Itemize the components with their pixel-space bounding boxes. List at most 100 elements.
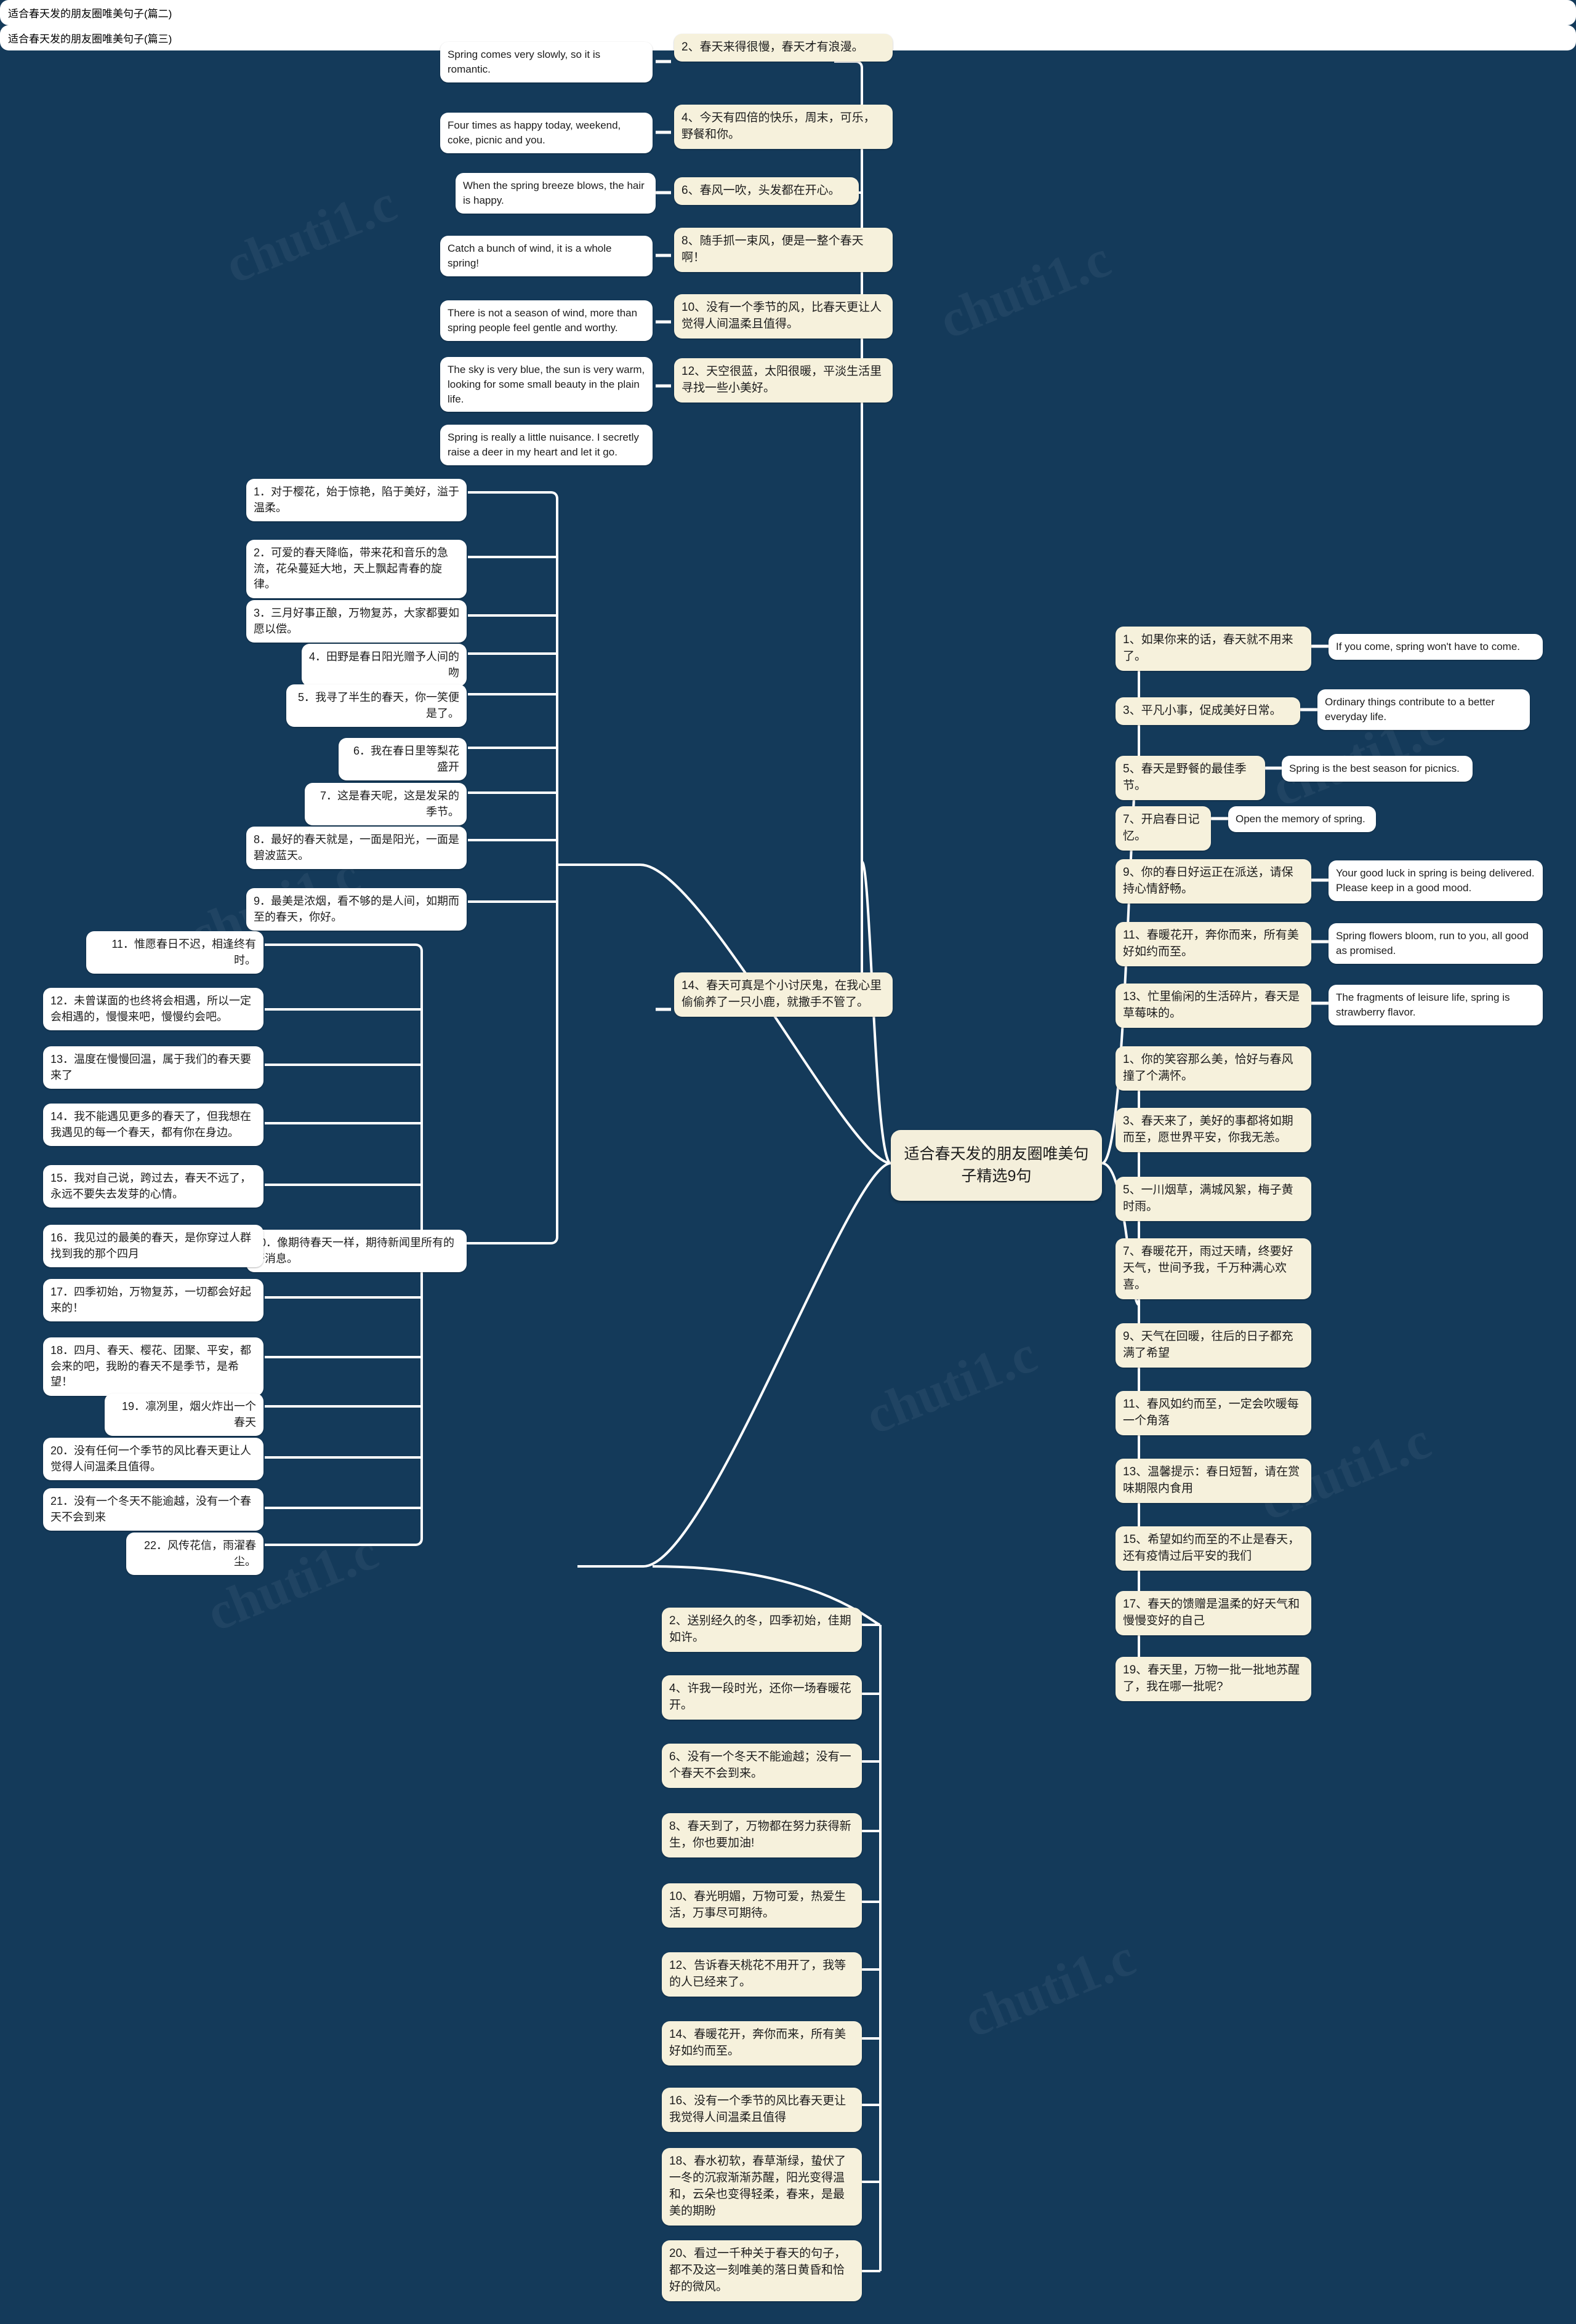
pian-san-item-18[interactable]: 18、春水初软，春草渐绿，蛰伏了一冬的沉寂渐渐苏醒，阳光变得温和，云朵也变得轻柔…: [662, 2148, 862, 2226]
right-en-node-4[interactable]: Open the memory of spring.: [1228, 806, 1376, 832]
top-cn-node-2[interactable]: 4、今天有四倍的快乐，周末，可乐，野餐和你。: [674, 105, 893, 149]
watermark: chuti1.c: [931, 228, 1119, 350]
pian-er-item-11[interactable]: 11．惟愿春日不迟，相逢终有时。: [86, 931, 263, 974]
node-text: The fragments of leisure life, spring is…: [1336, 992, 1510, 1018]
pian-er-item-4[interactable]: 4．田野是春日阳光赠予人间的吻: [302, 644, 467, 687]
right-lower-item-11[interactable]: 11、春风如约而至，一定会吹暖每一个角落: [1116, 1391, 1311, 1435]
right-lower-item-13[interactable]: 13、温馨提示：春日短暂，请在赏味期限内食用: [1116, 1459, 1311, 1503]
pian-er-item-6[interactable]: 6．我在春日里等梨花盛开: [339, 738, 467, 781]
right-en-node-3[interactable]: Spring is the best season for picnics.: [1282, 756, 1473, 782]
right-cn-node-6[interactable]: 11、春暖花开，奔你而来，所有美好如约而至。: [1116, 922, 1311, 966]
right-en-node-7[interactable]: The fragments of leisure life, spring is…: [1329, 985, 1543, 1025]
node-text: 15、希望如约而至的不止是春天，还有疫情过后平安的我们: [1123, 1533, 1300, 1563]
node-text: 17、春天的馈赠是温柔的好天气和慢慢变好的自己: [1123, 1598, 1300, 1627]
right-lower-item-7[interactable]: 7、春暖花开，雨过天晴，终要好天气，世间予我，千万种满心欢喜。: [1116, 1238, 1311, 1299]
pian-er-item-2[interactable]: 2．可爱的春天降临，带来花和音乐的急流，花朵蔓延大地，天上飘起青春的旋律。: [246, 540, 467, 598]
pian-er-item-12[interactable]: 12．未曾谋面的也终将会相遇，所以一定会相遇的，慢慢来吧，慢慢约会吧。: [43, 988, 263, 1031]
node-text: 10、春光明媚，万物可爱，热爱生活，万事尽可期待。: [669, 1890, 846, 1920]
node-text: 7．这是春天呢，这是发呆的季节。: [320, 790, 459, 818]
pian-er-item-10[interactable]: 10．像期待春天一样，期待新闻里所有的好消息。: [246, 1230, 467, 1273]
pian-er-item-15[interactable]: 15．我对自己说，跨过去，春天不远了，永远不要失去发芽的心情。: [43, 1165, 263, 1208]
node-text: 7、开启春日记忆。: [1123, 813, 1200, 843]
pian-er-item-21[interactable]: 21．没有一个冬天不能逾越，没有一个春天不会到来: [43, 1488, 263, 1531]
right-lower-item-3[interactable]: 3、春天来了，美好的事都将如期而至，愿世界平安，你我无恙。: [1116, 1108, 1311, 1152]
top-en-node-5[interactable]: There is not a season of wind, more than…: [440, 300, 653, 341]
right-lower-item-15[interactable]: 15、希望如约而至的不止是春天，还有疫情过后平安的我们: [1116, 1526, 1311, 1571]
node-text: Spring flowers bloom, run to you, all go…: [1336, 930, 1529, 956]
pian-er-item-18[interactable]: 18．四月、春天、樱花、团聚、平安，都会来的吧，我盼的春天不是季节，是希望！: [43, 1337, 263, 1396]
right-lower-item-9[interactable]: 9、天气在回暖，往后的日子都充满了希望: [1116, 1323, 1311, 1368]
right-en-node-1[interactable]: If you come, spring won't have to come.: [1329, 634, 1543, 660]
right-lower-item-5[interactable]: 5、一川烟草，满城风絮，梅子黄时雨。: [1116, 1177, 1311, 1221]
pian-er-item-3[interactable]: 3．三月好事正酿，万物复苏，大家都要如愿以偿。: [246, 600, 467, 643]
pian-er-item-5[interactable]: 5．我寻了半生的春天，你一笑便是了。: [286, 684, 467, 727]
right-lower-item-17[interactable]: 17、春天的馈赠是温柔的好天气和慢慢变好的自己: [1116, 1591, 1311, 1635]
right-lower-item-1[interactable]: 1、你的笑容那么美，恰好与春风撞了个满怀。: [1116, 1046, 1311, 1091]
node-text: 6．我在春日里等梨花盛开: [353, 745, 459, 773]
pian-er-item-19[interactable]: 19．凛冽里，烟火炸出一个春天: [105, 1393, 263, 1436]
pian-san-item-2[interactable]: 2、送别经久的冬，四季初始，佳期如许。: [662, 1608, 862, 1652]
node-text: 3、春天来了，美好的事都将如期而至，愿世界平安，你我无恙。: [1123, 1115, 1293, 1144]
top-cn-node-5[interactable]: 10、没有一个季节的风，比春天更让人觉得人间温柔且值得。: [674, 294, 893, 339]
top-en-node-1[interactable]: Spring comes very slowly, so it is roman…: [440, 42, 653, 82]
node-text: 10、没有一个季节的风，比春天更让人觉得人间温柔且值得。: [681, 301, 882, 331]
node-text: 5、一川烟草，满城风絮，梅子黄时雨。: [1123, 1184, 1293, 1213]
right-en-node-2[interactable]: Ordinary things contribute to a better e…: [1317, 689, 1530, 730]
top-en-node-2[interactable]: Four times as happy today, weekend, coke…: [440, 113, 653, 153]
pian-er-item-17[interactable]: 17．四季初始，万物复苏，一切都会好起来的！: [43, 1279, 263, 1322]
right-cn-node-4[interactable]: 7、开启春日记忆。: [1116, 806, 1211, 851]
pian-er-item-16[interactable]: 16．我见过的最美的春天，是你穿过人群找到我的那个四月: [43, 1225, 263, 1268]
node-text: 19、春天里，万物一批一批地苏醒了，我在哪一批呢?: [1123, 1664, 1300, 1693]
right-cn-node-2[interactable]: 3、平凡小事，促成美好日常。: [1116, 697, 1300, 725]
right-cn-node-3[interactable]: 5、春天是野餐的最佳季节。: [1116, 756, 1265, 800]
node-text: 2、送别经久的冬，四季初始，佳期如许。: [669, 1614, 851, 1644]
right-en-node-5[interactable]: Your good luck in spring is being delive…: [1329, 860, 1543, 901]
node-text: 18、春水初软，春草渐绿，蛰伏了一冬的沉寂渐渐苏醒，阳光变得温和，云朵也变得轻柔…: [669, 2155, 846, 2218]
root-node[interactable]: 适合春天发的朋友圈唯美句子精选9句: [891, 1130, 1102, 1201]
pian-er-item-9[interactable]: 9．最美是浓烟，看不够的是人间，如期而至的春天，你好。: [246, 888, 467, 931]
node-text: Spring comes very slowly, so it is roman…: [448, 49, 601, 75]
top-cn-node-6[interactable]: 12、天空很蓝，太阳很暖，平淡生活里寻找一些小美好。: [674, 358, 893, 403]
node-text: 14、春天可真是个小讨厌鬼，在我心里偷偷养了一只小鹿，就撒手不管了。: [681, 979, 882, 1009]
watermark: chuti1.c: [955, 1927, 1143, 2049]
pian-er-item-14[interactable]: 14．我不能遇见更多的春天了，但我想在我遇见的每一个春天，都有你在身边。: [43, 1104, 263, 1147]
node-text: 13、忙里偷闲的生活碎片，春天是草莓味的。: [1123, 990, 1300, 1020]
node-text: 21．没有一个冬天不能逾越，没有一个春天不会到来: [50, 1495, 252, 1523]
node-text: 17．四季初始，万物复苏，一切都会好起来的！: [50, 1286, 252, 1314]
pian-san-item-12[interactable]: 12、告诉春天桃花不用开了，我等的人已经来了。: [662, 1952, 862, 1997]
branch-label-pian-er[interactable]: 适合春天发的朋友圈唯美句子(篇二): [0, 0, 1576, 25]
right-cn-node-7[interactable]: 13、忙里偷闲的生活碎片，春天是草莓味的。: [1116, 984, 1311, 1028]
node-text: 4、今天有四倍的快乐，周末，可乐，野餐和你。: [681, 111, 875, 141]
node-text: 10．像期待春天一样，期待新闻里所有的好消息。: [254, 1236, 455, 1265]
pian-er-item-20[interactable]: 20．没有任何一个季节的风比春天更让人觉得人间温柔且值得。: [43, 1438, 263, 1481]
pian-san-item-6[interactable]: 6、没有一个冬天不能逾越；没有一个春天不会到来。: [662, 1744, 862, 1788]
right-en-node-6[interactable]: Spring flowers bloom, run to you, all go…: [1329, 923, 1543, 964]
top-cn-node-3[interactable]: 6、春风一吹，头发都在开心。: [674, 177, 859, 205]
watermark: chuti1.c: [217, 173, 404, 295]
pian-er-item-1[interactable]: 1．对于樱花，始于惊艳，陷于美好，溢于温柔。: [246, 479, 467, 522]
pian-san-item-14[interactable]: 14、春暖花开，奔你而来，所有美好如约而至。: [662, 2021, 862, 2066]
top-en-node-6[interactable]: The sky is very blue, the sun is very wa…: [440, 357, 653, 412]
pian-san-item-4[interactable]: 4、许我一段时光，还你一场春暖花开。: [662, 1675, 862, 1720]
node-text: 22．风传花信，雨濯春尘。: [143, 1539, 256, 1568]
pian-san-item-16[interactable]: 16、没有一个季节的风比春天更让我觉得人间温柔且值得: [662, 2088, 862, 2132]
node-text: 6、没有一个冬天不能逾越；没有一个春天不会到来。: [669, 1750, 851, 1780]
right-lower-item-19[interactable]: 19、春天里，万物一批一批地苏醒了，我在哪一批呢?: [1116, 1657, 1311, 1701]
pian-san-item-8[interactable]: 8、春天到了，万物都在努力获得新生，你也要加油!: [662, 1813, 862, 1857]
pian-er-item-22[interactable]: 22．风传花信，雨濯春尘。: [126, 1533, 263, 1576]
right-cn-node-5[interactable]: 9、你的春日好运正在派送，请保持心情舒畅。: [1116, 859, 1311, 904]
node-text: 11、春暖花开，奔你而来，所有美好如约而至。: [1123, 929, 1299, 958]
right-cn-node-1[interactable]: 1、如果你来的话，春天就不用来了。: [1116, 627, 1311, 671]
top-cn-node-1[interactable]: 2、春天来得很慢，春天才有浪漫。: [674, 34, 893, 62]
pian-san-item-10[interactable]: 10、春光明媚，万物可爱，热爱生活，万事尽可期待。: [662, 1883, 862, 1928]
pian-er-item-13[interactable]: 13．温度在慢慢回温，属于我们的春天要来了: [43, 1046, 263, 1089]
top-en-node-3[interactable]: When the spring breeze blows, the hair i…: [456, 173, 656, 214]
pian-er-item-7[interactable]: 7．这是春天呢，这是发呆的季节。: [305, 783, 467, 826]
pian-san-item-20[interactable]: 20、看过一千种关于春天的句子，都不及这一刻唯美的落日黄昏和恰好的微风。: [662, 2240, 862, 2301]
top-en-node-4[interactable]: Catch a bunch of wind, it is a whole spr…: [440, 236, 653, 276]
node-text: The sky is very blue, the sun is very wa…: [448, 364, 645, 405]
top-en-node-7[interactable]: Spring is really a little nuisance. I se…: [440, 425, 653, 465]
top-cn-node-4[interactable]: 8、随手抓一束风，便是一整个春天啊！: [674, 228, 893, 272]
top-cn-node-7[interactable]: 14、春天可真是个小讨厌鬼，在我心里偷偷养了一只小鹿，就撒手不管了。: [674, 972, 893, 1017]
pian-er-item-8[interactable]: 8．最好的春天就是，一面是阳光，一面是碧波蓝天。: [246, 827, 467, 870]
